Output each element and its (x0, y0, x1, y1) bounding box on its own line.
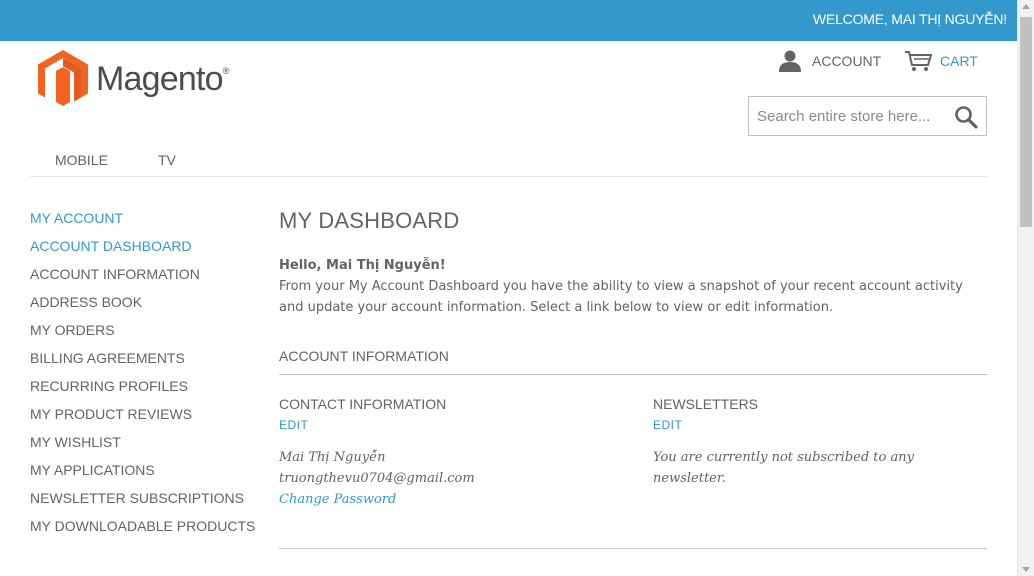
sidebar-item-account-information[interactable]: ACCOUNT INFORMATION (30, 264, 265, 292)
top-welcome-bar: WELCOME, MAI THỊ NGUYỄN! (0, 0, 1017, 41)
sidebar-item-billing-agreements[interactable]: BILLING AGREEMENTS (30, 348, 265, 376)
sidebar-item-my-downloadable-products[interactable]: MY DOWNLOADABLE PRODUCTS (30, 516, 265, 544)
newsletters-title: NEWSLETTERS (653, 396, 759, 412)
scroll-thumb[interactable] (1020, 17, 1032, 227)
contact-edit-link[interactable]: EDIT (279, 418, 609, 432)
magento-logo[interactable]: Magento® (38, 50, 229, 108)
user-icon (779, 50, 801, 72)
sidebar-item-address-book[interactable]: ADDRESS BOOK (30, 292, 265, 320)
logo-registered-mark: ® (222, 65, 230, 76)
cart-link[interactable]: CART (904, 50, 978, 72)
search-icon[interactable] (954, 105, 978, 129)
scroll-down-arrow-icon[interactable] (1022, 567, 1030, 572)
sidebar-item-my-applications[interactable]: MY APPLICATIONS (30, 460, 265, 488)
sidebar-title: MY ACCOUNT (30, 210, 124, 226)
logo-wordmark: Magento® (96, 60, 229, 99)
magento-logo-icon (38, 50, 88, 106)
sidebar-item-my-product-reviews[interactable]: MY PRODUCT REVIEWS (30, 404, 265, 432)
contact-information-box: CONTACT INFORMATION EDIT Mai Thị Nguyễn … (279, 395, 609, 510)
newsletters-edit-link[interactable]: EDIT (653, 418, 983, 432)
scroll-up-arrow-icon[interactable] (1022, 4, 1030, 9)
account-information-heading: ACCOUNT INFORMATION (279, 348, 987, 375)
sidebar-item-my-orders[interactable]: MY ORDERS (30, 320, 265, 348)
newsletters-box: NEWSLETTERS EDIT You are currently not s… (653, 395, 983, 489)
welcome-message: WELCOME, MAI THỊ NGUYỄN! (812, 11, 1007, 27)
cart-label: CART (940, 53, 978, 69)
contact-details: Mai Thị Nguyễn truongthevu0704@gmail.com… (279, 447, 609, 510)
logo-text: Magento (96, 59, 224, 98)
nav-item-tv[interactable]: TV (158, 152, 176, 168)
account-link[interactable]: ACCOUNT (778, 50, 881, 72)
change-password-link[interactable]: Change Password (279, 492, 396, 507)
sidebar-item-recurring-profiles[interactable]: RECURRING PROFILES (30, 376, 265, 404)
contact-information-title: CONTACT INFORMATION (279, 396, 447, 412)
newsletter-status: You are currently not subscribed to any … (653, 450, 914, 486)
account-label: ACCOUNT (812, 53, 882, 69)
sidebar-item-account-dashboard[interactable]: ACCOUNT DASHBOARD (30, 236, 265, 264)
customer-email: truongthevu0704@gmail.com (279, 471, 475, 486)
nav-item-mobile[interactable]: MOBILE (55, 152, 108, 168)
section-divider (279, 548, 987, 549)
hello-greeting: Hello, Mai Thị Nguyễn! (279, 258, 446, 273)
page-title: MY DASHBOARD (279, 208, 460, 233)
main-navigation: MOBILE TV (30, 152, 987, 177)
sidebar-item-my-wishlist[interactable]: MY WISHLIST (30, 432, 265, 460)
vertical-scrollbar[interactable] (1017, 0, 1034, 576)
dashboard-main: MY DASHBOARD Hello, Mai Thị Nguyễn! From… (279, 205, 987, 549)
sidebar-item-newsletter-subscriptions[interactable]: NEWSLETTER SUBSCRIPTIONS (30, 488, 265, 516)
cart-icon (905, 51, 932, 71)
dashboard-intro: From your My Account Dashboard you have … (279, 279, 963, 315)
customer-name: Mai Thị Nguyễn (279, 450, 386, 465)
account-sidebar: MY ACCOUNT ACCOUNT DASHBOARD ACCOUNT INF… (30, 208, 265, 544)
search-input[interactable] (749, 97, 949, 135)
search-form (748, 96, 987, 136)
